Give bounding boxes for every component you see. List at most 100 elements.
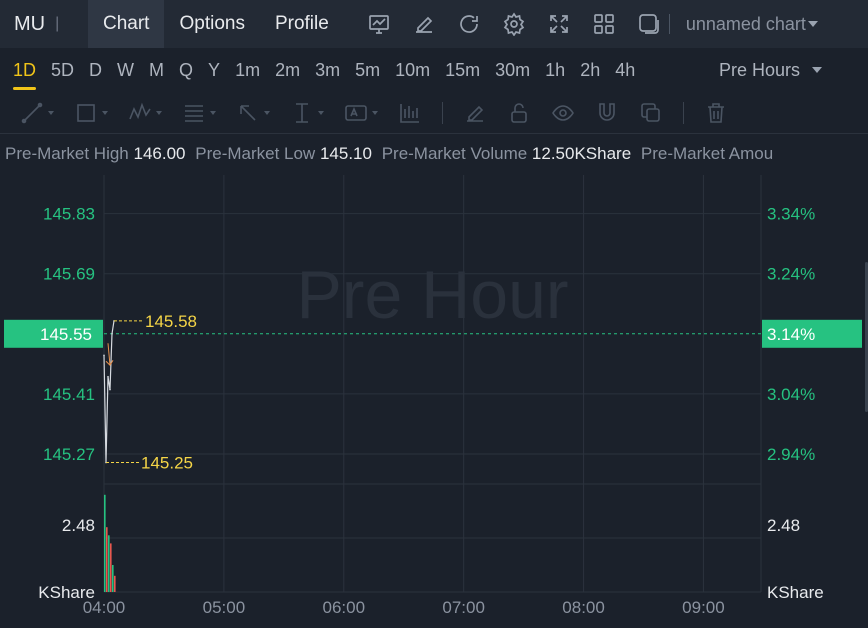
interval-5m[interactable]: 5m: [355, 48, 380, 92]
volume-bar: [111, 565, 114, 592]
volume-bar: [104, 494, 106, 592]
clone-icon[interactable]: [639, 101, 663, 125]
settings-icon[interactable]: [501, 11, 528, 38]
tab-profile[interactable]: Profile: [260, 0, 344, 48]
chart-name-label: unnamed chart: [685, 13, 806, 34]
premarket-volume-label: Pre-Market Volume: [381, 144, 528, 163]
price-chart[interactable]: 04:00 05:00 06:00 07:00 08:00 09:00 145.83 3.34…: [0, 172, 868, 628]
high-marker-label: 145.58: [145, 312, 197, 331]
interval-30m[interactable]: 30m: [495, 48, 530, 92]
last-price-label: 145.55: [40, 325, 92, 344]
watermark-text: Pre Hour: [296, 257, 568, 333]
symbol-label: MU: [14, 12, 46, 35]
volume-tick-label: 2.48: [62, 516, 95, 535]
interval-q[interactable]: Q: [179, 48, 193, 92]
toolbar-divider: [683, 101, 684, 124]
interval-2h[interactable]: 2h: [580, 48, 600, 92]
measure-icon[interactable]: [290, 101, 324, 125]
y-tick-pct-label: 3.24%: [767, 265, 815, 284]
price-series-line: [103, 320, 115, 463]
volume-unit-label-right: KShare: [767, 583, 824, 602]
symbol-selector[interactable]: MU |: [0, 13, 88, 36]
draw-icon[interactable]: [411, 11, 438, 38]
x-tick-label: 05:00: [203, 598, 246, 617]
interval-w[interactable]: W: [117, 48, 134, 92]
chevron-down-icon: [807, 21, 818, 27]
interval-1h[interactable]: 1h: [545, 48, 565, 92]
interval-y[interactable]: Y: [208, 48, 220, 92]
session-label: Pre Hours: [718, 59, 800, 80]
x-tick-label: 07:00: [442, 598, 485, 617]
premarket-low-value: 145.10: [319, 144, 372, 163]
rectangle-icon[interactable]: [74, 101, 108, 125]
y-tick-label: 145.83: [43, 205, 95, 224]
tab-options[interactable]: Options: [164, 0, 259, 48]
trash-icon[interactable]: [704, 101, 728, 125]
chevron-down-icon: [812, 67, 822, 73]
bar-pattern-icon[interactable]: [398, 101, 422, 125]
magnet-icon[interactable]: [595, 101, 619, 125]
y-tick-pct-label: 3.04%: [767, 385, 815, 404]
premarket-volume-value: 12.50KShare: [531, 144, 632, 163]
tab-chart[interactable]: Chart: [88, 0, 165, 48]
header-divider: [668, 14, 670, 34]
interval-2m[interactable]: 2m: [275, 48, 300, 92]
interval-5d[interactable]: 5D: [51, 48, 74, 92]
arrow-icon[interactable]: [236, 101, 270, 125]
interval-1m[interactable]: 1m: [235, 48, 260, 92]
chart-canvas: 04:00 05:00 06:00 07:00 08:00 09:00145.83 3.34…: [4, 175, 862, 617]
volume-bar: [109, 543, 112, 592]
pattern-icon[interactable]: [128, 101, 162, 125]
y-tick-pct-label: 3.34%: [767, 205, 815, 224]
tab-profile-label: Profile: [274, 13, 329, 34]
layout-icon[interactable]: [591, 11, 618, 38]
brush-icon[interactable]: [463, 101, 487, 125]
y-tick-label: 145.41: [43, 385, 95, 404]
drawing-toolbar: [0, 92, 868, 134]
premarket-amount-label: Pre-Market Amou: [640, 144, 774, 163]
interval-4h[interactable]: 4h: [615, 48, 635, 92]
eye-icon[interactable]: [551, 101, 575, 125]
price-point: [109, 388, 111, 391]
x-tick-label: 09:00: [682, 598, 725, 617]
volume-tick-label-right: 2.48: [767, 516, 800, 535]
x-tick-label: 06:00: [323, 598, 366, 617]
trend-line-icon[interactable]: [20, 101, 54, 125]
price-point: [107, 375, 109, 378]
symbol-separator: |: [55, 15, 60, 32]
interval-3m[interactable]: 3m: [315, 48, 340, 92]
snapshot-icon[interactable]: [636, 11, 663, 38]
interval-10m[interactable]: 10m: [395, 48, 430, 92]
interval-d[interactable]: D: [89, 48, 102, 92]
y-tick-pct-label: 2.94%: [767, 445, 815, 464]
premarket-low-label: Pre-Market Low: [195, 144, 316, 163]
volume-bar: [107, 535, 110, 592]
tab-options-label: Options: [179, 13, 245, 34]
premarket-summary: Pre-Market High 146.00 Pre-Market Low 14…: [5, 144, 868, 168]
interval-15m[interactable]: 15m: [445, 48, 480, 92]
chart-name-dropdown[interactable]: unnamed chart: [686, 14, 818, 35]
tab-chart-label: Chart: [103, 13, 150, 34]
indicators-icon[interactable]: [366, 11, 393, 38]
volume-bar: [105, 527, 108, 592]
fib-icon[interactable]: [182, 101, 216, 125]
low-marker-label: 145.25: [141, 454, 193, 473]
y-tick-label: 145.27: [43, 445, 95, 464]
volume-bar: [113, 575, 116, 592]
y-tick-label: 145.69: [43, 265, 95, 284]
chart-header: MU | Chart Options Profile unnamed chart: [0, 0, 868, 48]
fullscreen-icon[interactable]: [546, 11, 573, 38]
interval-1d[interactable]: 1D: [13, 48, 37, 92]
refresh-icon[interactable]: [456, 11, 483, 38]
premarket-high-value: 146.00: [133, 144, 186, 163]
interval-m[interactable]: M: [149, 48, 164, 92]
premarket-high-label: Pre-Market High: [5, 144, 129, 163]
session-dropdown[interactable]: Pre Hours: [719, 48, 822, 92]
text-icon[interactable]: [344, 101, 378, 125]
interval-bar: 1D 5D D W M Q Y 1m 2m 3m 5m 10m 15m 30m …: [0, 48, 868, 92]
volume-unit-label: KShare: [38, 583, 95, 602]
price-point: [103, 354, 105, 357]
x-tick-label: 08:00: [562, 598, 605, 617]
lock-icon[interactable]: [507, 101, 531, 125]
toolbar-divider: [442, 101, 443, 124]
